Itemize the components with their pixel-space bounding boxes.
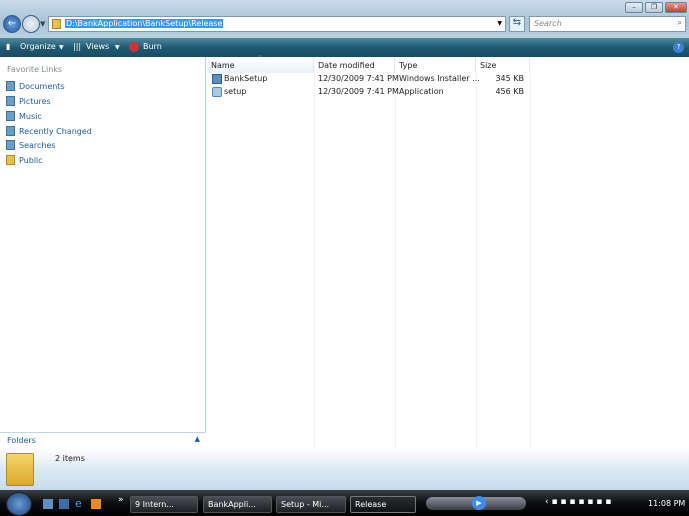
sidebar-item-label: Public — [19, 155, 43, 165]
application-icon — [212, 87, 222, 97]
searches-icon — [6, 140, 15, 150]
column-header-name[interactable]: Name ^ — [207, 55, 314, 73]
music-icon — [6, 111, 15, 121]
burn-icon — [129, 42, 139, 52]
burn-button[interactable]: Burn — [143, 42, 162, 51]
sidebar-item-pictures[interactable]: Pictures — [6, 94, 51, 108]
refresh-icon[interactable]: ⇆ — [509, 16, 525, 32]
public-folder-icon — [6, 155, 15, 165]
internet-explorer-icon[interactable]: e — [75, 497, 82, 510]
file-type: Application — [399, 87, 444, 96]
folder-icon — [52, 19, 61, 29]
recent-pages-dropdown-icon[interactable]: ▼ — [40, 20, 45, 28]
organize-icon: ▮ — [6, 42, 11, 51]
tray-icons[interactable]: ‹ ▪ ▪ ▪ ▪ ▪ ▪ ▪ — [545, 497, 611, 507]
item-count: 2 items — [55, 454, 85, 463]
folder-large-icon — [6, 453, 34, 486]
sidebar-item-music[interactable]: Music — [6, 109, 42, 123]
chevron-down-icon: ▼ — [115, 44, 120, 51]
command-bar: ▮ Organize ▼ ||| Views ▼ Burn ? — [0, 38, 689, 57]
column-header-date[interactable]: Date modified — [314, 58, 395, 73]
search-icon[interactable]: ⌕ — [678, 18, 682, 28]
file-name: setup — [224, 87, 247, 96]
help-icon[interactable]: ? — [673, 42, 684, 53]
installer-icon — [212, 74, 222, 84]
maximize-button[interactable]: ❐ — [645, 2, 663, 13]
sidebar-item-label: Music — [19, 111, 42, 121]
pictures-icon — [6, 96, 15, 106]
column-header-size[interactable]: Size — [476, 58, 530, 73]
task-label: BankAppli... — [208, 500, 256, 509]
file-row[interactable]: BankSetup 12/30/2009 7:41 PM Windows Ins… — [207, 74, 537, 87]
title-bar: – ❐ ✕ ← ▼ D:\BankApplication\BankSetup\R… — [0, 0, 689, 38]
task-internet-explorer[interactable]: 9 Intern... — [130, 496, 198, 513]
sidebar-item-recently-changed[interactable]: Recently Changed — [6, 124, 92, 138]
file-type: Windows Installer ... — [399, 74, 480, 83]
file-name: BankSetup — [224, 74, 268, 83]
sidebar-item-label: Documents — [19, 81, 65, 91]
sidebar-item-searches[interactable]: Searches — [6, 138, 56, 152]
address-bar[interactable]: D:\BankApplication\BankSetup\Release ▼ — [48, 16, 506, 32]
file-size: 456 KB — [495, 87, 524, 96]
close-button[interactable]: ✕ — [665, 2, 687, 13]
sidebar-item-documents[interactable]: Documents — [6, 79, 65, 93]
show-desktop-icon[interactable] — [43, 499, 53, 509]
views-button[interactable]: Views — [86, 42, 109, 51]
forward-button[interactable] — [22, 15, 40, 33]
sidebar-item-label: Searches — [19, 140, 56, 150]
file-list: Name ^ Date modified Type Size BankSetup … — [207, 55, 689, 448]
column-divider — [530, 73, 531, 448]
task-label: Release — [355, 500, 387, 509]
back-button[interactable]: ← — [3, 15, 21, 33]
media-icon[interactable] — [91, 499, 101, 509]
sidebar-item-public[interactable]: Public — [6, 153, 43, 167]
more-quicklaunch-button[interactable]: » — [118, 495, 124, 505]
favorite-links-heading: Favorite Links — [7, 65, 63, 74]
recently-changed-icon — [6, 126, 15, 136]
taskbar: e » 9 Intern... BankAppli... Setup - Mi.… — [0, 490, 689, 516]
column-header-type[interactable]: Type — [395, 58, 476, 73]
sidebar-item-label: Pictures — [19, 96, 51, 106]
sort-ascending-icon: ^ — [257, 55, 263, 62]
search-placeholder: Search — [534, 19, 562, 28]
task-setup[interactable]: Setup - Mi... — [276, 496, 346, 513]
minimize-button[interactable]: – — [625, 2, 643, 13]
task-release[interactable]: Release — [350, 496, 416, 513]
views-icon: ||| — [73, 42, 82, 51]
address-dropdown-icon[interactable]: ▼ — [497, 20, 502, 27]
search-input[interactable]: Search ⌕ — [529, 16, 686, 32]
start-button[interactable] — [6, 492, 32, 516]
task-bankapplication[interactable]: BankAppli... — [203, 496, 272, 513]
folders-label: Folders — [7, 436, 36, 445]
column-divider — [314, 73, 315, 448]
documents-icon — [6, 81, 15, 91]
organize-button[interactable]: Organize — [20, 42, 56, 51]
file-size: 345 KB — [495, 74, 524, 83]
navigation-pane: Favorite Links Documents Pictures Music … — [0, 57, 206, 448]
chevron-down-icon: ▼ — [59, 44, 64, 51]
play-icon[interactable]: ▶ — [472, 496, 486, 510]
address-path[interactable]: D:\BankApplication\BankSetup\Release — [65, 19, 224, 28]
column-label: Name — [211, 61, 235, 70]
task-label: 9 Intern... — [135, 500, 174, 509]
column-divider — [476, 73, 477, 448]
details-pane: 2 items — [0, 448, 689, 490]
file-date: 12/30/2009 7:41 PM — [318, 87, 399, 96]
column-divider — [395, 73, 396, 448]
folders-toggle[interactable]: Folders ▲ — [0, 432, 206, 448]
clock[interactable]: 11:08 PM — [648, 499, 685, 508]
switch-windows-icon[interactable] — [59, 499, 69, 509]
chevron-up-icon: ▲ — [194, 435, 200, 443]
media-player-toolbar[interactable]: ▶ — [426, 496, 526, 510]
sidebar-item-label: Recently Changed — [19, 126, 92, 136]
task-label: Setup - Mi... — [281, 500, 330, 509]
file-date: 12/30/2009 7:41 PM — [318, 74, 399, 83]
file-row[interactable]: setup 12/30/2009 7:41 PM Application 456… — [207, 87, 537, 100]
